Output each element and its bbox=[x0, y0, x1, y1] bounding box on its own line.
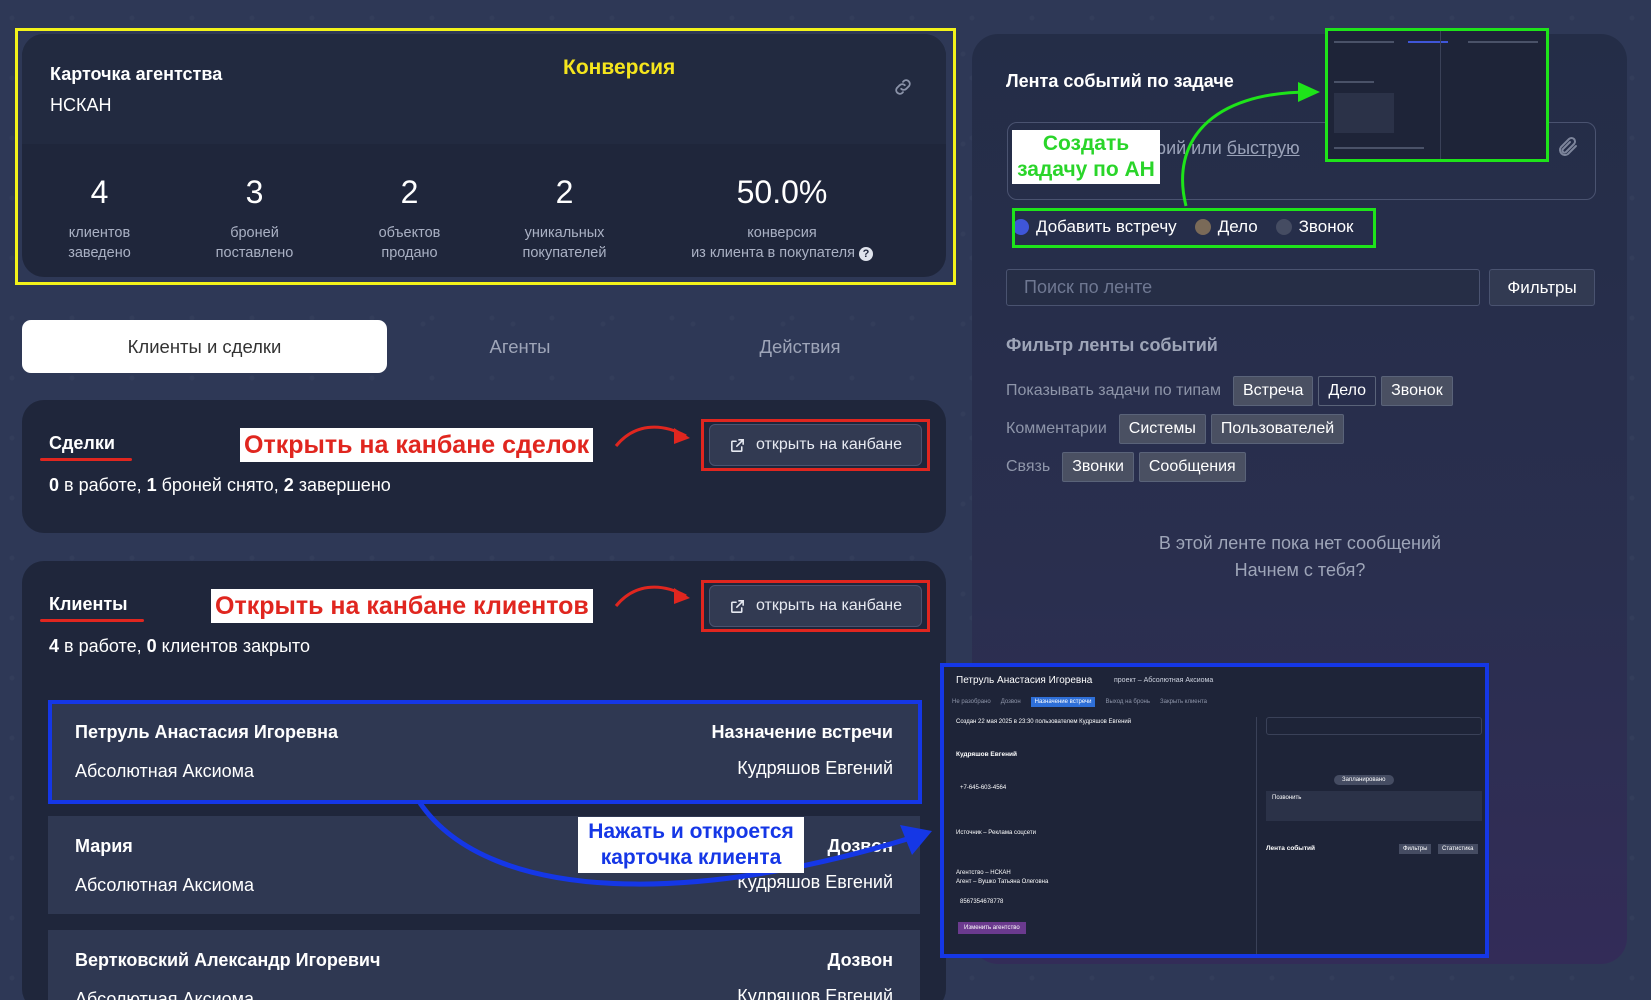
preview-phone2: 8567354678778 bbox=[960, 899, 1004, 905]
annotation-line: Создать bbox=[1042, 132, 1130, 155]
button-label: открыть на канбане bbox=[755, 436, 903, 453]
clients-summary-text: в работе, bbox=[59, 636, 147, 656]
open-deals-kanban-button[interactable]: открыть на канбане bbox=[709, 424, 922, 466]
paperclip-icon[interactable] bbox=[1556, 134, 1580, 160]
button-label: открыть на канбане bbox=[755, 597, 903, 614]
client-agent: Кудряшов Евгений bbox=[737, 986, 893, 1000]
preview-source: Источник – Реклама соцсети bbox=[956, 830, 1037, 836]
filter-row-types: Показывать задачи по типам Встреча Дело … bbox=[1006, 376, 1458, 406]
chip-call[interactable]: Звонок bbox=[1381, 376, 1453, 406]
preview-agent: Агент – Вушко Татьяна Олеговна bbox=[956, 879, 1049, 885]
client-card-preview: Петруль Анастасия Игоревна проект – Абсо… bbox=[940, 663, 1489, 958]
radio-highlight-frame bbox=[1012, 208, 1376, 248]
annotation-line: карточка клиента bbox=[600, 846, 782, 869]
clients-summary: 4 в работе, 0 клиентов закрыто bbox=[49, 636, 310, 657]
arrow-annotation-icon bbox=[614, 425, 690, 447]
clients-count-active: 4 bbox=[49, 636, 60, 656]
preview-stage: Не разобрано bbox=[952, 699, 991, 705]
preview-stage: Дозвон bbox=[1000, 699, 1021, 705]
external-link-icon bbox=[731, 438, 744, 452]
annotation-line: задачу по АН bbox=[1017, 158, 1155, 181]
preview-responsible: Кудряшов Евгений bbox=[956, 751, 1017, 758]
clients-title-underline bbox=[40, 619, 144, 622]
preview-agency: Агентство – НСКАН bbox=[956, 870, 1011, 876]
tab-clients-deals[interactable]: Клиенты и сделки bbox=[22, 320, 387, 373]
feed-empty-message: В этой ленте пока нет сообщений Начнем с… bbox=[1080, 530, 1520, 584]
filter-row-label: Связь bbox=[1006, 458, 1051, 475]
deals-summary: 0 в работе, 1 броней снято, 2 завершено bbox=[49, 475, 391, 496]
client-stage: Дозвон bbox=[827, 950, 893, 970]
preview-call: Позвонить bbox=[1272, 795, 1302, 801]
client-row-highlight-frame bbox=[48, 700, 922, 804]
preview-stats: Статистика bbox=[1438, 844, 1478, 854]
external-link-icon bbox=[731, 599, 744, 613]
chip-system[interactable]: Системы bbox=[1118, 414, 1206, 444]
tab-actions[interactable]: Действия bbox=[720, 320, 880, 373]
preview-stage: Назначение встречи bbox=[1030, 697, 1096, 707]
preview-change-agency-button: Изменить агентство bbox=[958, 922, 1026, 934]
filter-row-label: Комментарии bbox=[1006, 420, 1107, 437]
chip-users[interactable]: Пользователей bbox=[1210, 414, 1345, 444]
conversion-highlight-frame bbox=[15, 28, 956, 285]
deals-title-underline bbox=[40, 458, 132, 461]
tab-agents[interactable]: Агенты bbox=[440, 320, 600, 373]
chip-messages[interactable]: Сообщения bbox=[1138, 452, 1246, 482]
client-card-annotation: Нажать и откроется карточка клиента bbox=[578, 817, 804, 873]
feed-filter-title: Фильтр ленты событий bbox=[1006, 335, 1218, 355]
preview-feed-title: Лента событий bbox=[1266, 845, 1316, 852]
preview-filters: Фильтры bbox=[1399, 844, 1432, 854]
deals-count-active: 0 bbox=[49, 475, 60, 495]
chip-calls[interactable]: Звонки bbox=[1062, 452, 1134, 482]
preview-client-name: Петруль Анастасия Игоревна bbox=[956, 675, 1093, 686]
open-clients-kanban-button[interactable]: открыть на канбане bbox=[709, 585, 922, 627]
filter-row-comments: Комментарии Системы Пользователей bbox=[1006, 414, 1349, 444]
create-task-annotation: Создать задачу по АН bbox=[1012, 130, 1160, 184]
chip-task[interactable]: Дело bbox=[1318, 376, 1377, 406]
preview-stage: Выход на бронь bbox=[1105, 699, 1150, 705]
client-name: Вертковский Александр Игоревич bbox=[75, 950, 381, 970]
deals-title: Сделки bbox=[49, 433, 115, 453]
feed-search-input[interactable]: Поиск по ленте bbox=[1006, 269, 1480, 306]
clients-title: Клиенты bbox=[49, 594, 128, 614]
open-deals-kanban-annotation: Открыть на канбане сделок bbox=[240, 428, 594, 462]
deals-count-cancelled: 1 bbox=[146, 475, 157, 495]
clients-count-closed: 0 bbox=[146, 636, 157, 656]
preview-planned-badge: Запланировано bbox=[1334, 775, 1394, 785]
filter-row-label: Показывать задачи по типам bbox=[1006, 382, 1221, 399]
arrow-annotation-icon bbox=[1181, 82, 1320, 207]
preview-project: проект – Абсолютная Аксиома bbox=[1114, 677, 1214, 684]
deals-summary-text: завершено bbox=[293, 475, 391, 495]
preview-stage-bar: Не разобрано Дозвон Назначение встречи В… bbox=[952, 695, 1472, 709]
deals-summary-text: в работе, bbox=[59, 475, 147, 495]
filters-button[interactable]: Фильтры bbox=[1489, 269, 1595, 306]
empty-line: В этой ленте пока нет сообщений bbox=[1158, 533, 1442, 553]
annotation-line: Нажать и откроется bbox=[588, 820, 794, 843]
filter-row-link: Связь Звонки Сообщения bbox=[1006, 452, 1251, 482]
client-row[interactable]: Вертковский Александр Игоревич Абсолютна… bbox=[48, 930, 920, 1000]
conversion-annotation: Конверсия bbox=[563, 56, 676, 79]
arrow-annotation-icon bbox=[614, 585, 690, 607]
open-clients-kanban-annotation: Открыть на канбане клиентов bbox=[211, 589, 593, 623]
deals-count-completed: 2 bbox=[283, 475, 294, 495]
preview-phone: +7-645-603-4564 bbox=[960, 785, 1007, 791]
clients-summary-text: клиентов закрыто bbox=[156, 636, 310, 656]
chip-meeting[interactable]: Встреча bbox=[1232, 376, 1314, 406]
empty-line: Начнем с тебя? bbox=[1234, 560, 1366, 580]
preview-stage: Закрыть клиента bbox=[1159, 699, 1207, 705]
deals-summary-text: броней снято, bbox=[156, 475, 284, 495]
preview-created: Создан 22 мая 2025 в 23:30 пользователем… bbox=[956, 719, 1132, 725]
task-creation-preview bbox=[1325, 28, 1549, 162]
